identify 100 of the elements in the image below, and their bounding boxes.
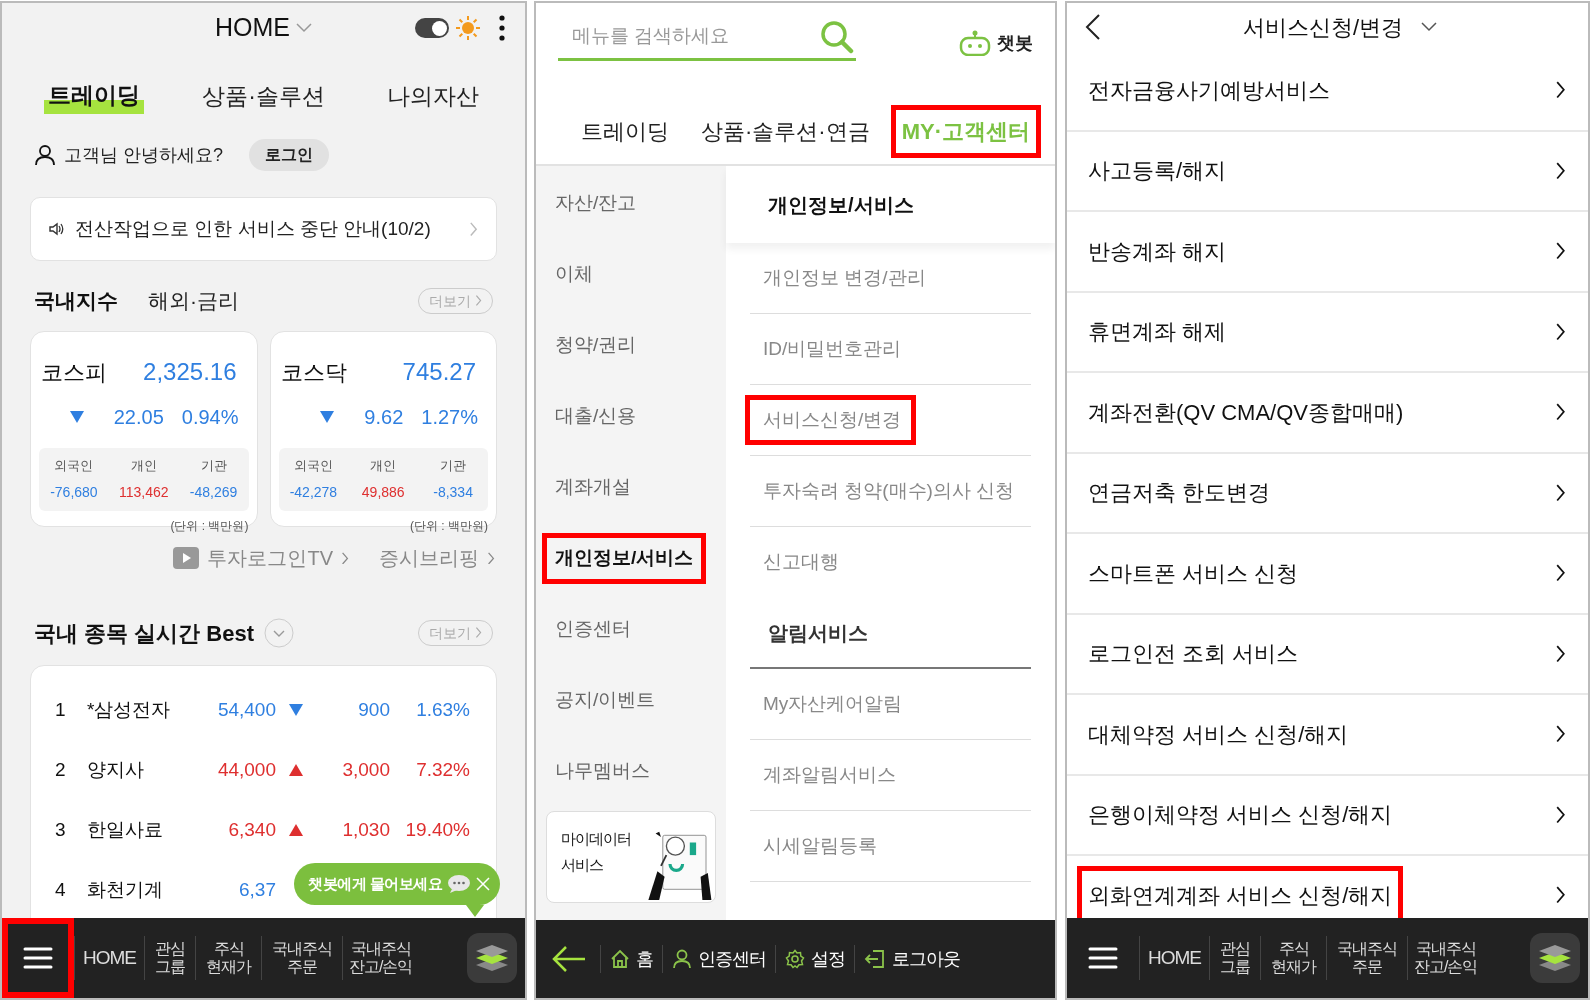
nav-item[interactable]: 국내주식 잔고/손익	[343, 940, 419, 976]
change-value: 22.05	[113, 405, 164, 430]
change-value: 1,030	[342, 817, 390, 842]
stock-name[interactable]: *삼성전자	[87, 695, 192, 725]
investor-label: 개인	[130, 457, 157, 475]
page-title-dropdown[interactable]: HOME	[215, 9, 312, 47]
login-button[interactable]: 로그인	[249, 139, 329, 171]
menu-item[interactable]: 계좌전환(QV CMA/QV종합매매)	[1077, 382, 1415, 442]
nav-item[interactable]: 주식 현재가	[196, 940, 261, 976]
toggle-switch[interactable]	[415, 18, 449, 38]
category-item[interactable]: 계좌개설	[542, 462, 644, 513]
category-item[interactable]: 공지/이벤트	[542, 675, 669, 726]
chevron-right-icon	[1555, 483, 1566, 502]
menu-item[interactable]: 연금저축 한도변경	[1077, 463, 1282, 523]
chevron-down-icon	[1421, 22, 1438, 32]
category-item[interactable]: 자산/잔고	[542, 178, 650, 229]
chevron-right-icon	[1555, 242, 1566, 261]
chatbot-button[interactable]: 챗봇	[959, 19, 1033, 57]
layers-icon	[475, 943, 509, 973]
stock-name[interactable]: 양지사	[87, 755, 192, 785]
menu-item[interactable]: 시세알림등록	[745, 820, 892, 872]
menu-item[interactable]: 은행이체약정 서비스 신청/해지	[1077, 785, 1404, 845]
category-item[interactable]: 인증센터	[542, 604, 644, 655]
menu-item[interactable]: 반송계좌 해지	[1077, 221, 1238, 281]
layers-icon	[1538, 943, 1572, 973]
layers-button[interactable]	[1530, 933, 1580, 983]
investor-value: -48,269	[189, 482, 238, 502]
section-title: 국내 종목 실시간 Best	[34, 619, 255, 648]
change-rate: 0.94%	[181, 405, 239, 430]
stock-name[interactable]: 한일사료	[87, 815, 192, 845]
menu-item[interactable]: My자산케어알림	[745, 678, 918, 730]
index-value: 745.27	[402, 357, 477, 387]
back-button[interactable]	[1085, 14, 1101, 40]
menu-item[interactable]: 휴면계좌 해제	[1077, 302, 1238, 362]
menu-item[interactable]: 전자금융사기예방서비스	[1077, 60, 1341, 120]
nav-item[interactable]: 국내주식 잔고/손익	[1408, 940, 1484, 976]
tab[interactable]: 트레이딩	[570, 105, 680, 158]
tab[interactable]: 국내지수	[34, 285, 118, 317]
stock-price: 6,340	[228, 817, 276, 842]
user-icon	[672, 949, 692, 969]
nav-item[interactable]: 국내주식 주문	[1327, 940, 1407, 976]
investor-value: -42,278	[289, 482, 338, 502]
unit-note: (단위 : 백만원)	[170, 517, 249, 535]
layers-button[interactable]	[467, 933, 517, 983]
speaker-icon	[49, 222, 65, 236]
category-item[interactable]: 대출/신용	[542, 391, 650, 442]
nav-item[interactable]: 로그아웃	[855, 945, 969, 973]
search-field[interactable]: 메뉴를 검색하세요	[572, 22, 820, 51]
category-item[interactable]: 개인정보/서비스	[542, 533, 707, 584]
menu-item[interactable]: 투자숙려 청약(매수)의사 신청	[745, 465, 1030, 517]
menu-item[interactable]: ID/비밀번호관리	[745, 323, 917, 375]
stock-price: 54,400	[217, 697, 276, 722]
chevron-right-icon	[1555, 564, 1566, 583]
nav-item[interactable]: 관심 그룹	[145, 940, 195, 976]
nav-item[interactable]: HOME	[75, 947, 144, 969]
menu-item[interactable]: 계좌알림서비스	[745, 749, 911, 801]
nav-item[interactable]: 관심 그룹	[1210, 940, 1260, 976]
notice-banner[interactable]: 전산작업으로 인한 서비스 중단 안내(10/2)	[30, 197, 497, 261]
page-title-dropdown[interactable]: 서비스신청/변경	[1243, 10, 1438, 44]
index-name: 코스닥	[280, 358, 347, 387]
tab[interactable]: 상품·솔루션·연금	[690, 105, 881, 158]
rank-number: 1	[55, 697, 67, 722]
nav-item[interactable]: HOME	[1140, 947, 1209, 969]
investor-value: 49,886	[361, 482, 405, 502]
nav-item[interactable]: 주식 현재가	[1261, 940, 1326, 976]
menu-item[interactable]: 사고등록/해지	[1077, 141, 1238, 201]
nav-item[interactable]: 국내주식 주문	[262, 940, 342, 976]
investor-value: -76,680	[50, 482, 98, 502]
index-name: 코스피	[41, 358, 107, 387]
nav-item[interactable]: 인증센터	[663, 945, 775, 973]
chevron-right-icon	[469, 221, 478, 237]
change-rate: 1.27%	[421, 405, 478, 430]
nav-item[interactable]: 홈	[601, 945, 662, 973]
promo-text: 마이데이터 서비스	[561, 829, 631, 875]
menu-item[interactable]: 서비스신청/변경	[745, 394, 917, 446]
investor-label: 개인	[370, 457, 397, 475]
menu-item[interactable]: 로그인전 조회 서비스	[1077, 624, 1310, 684]
category-item[interactable]: 나무멤버스	[542, 746, 663, 797]
nav-item[interactable]: 설정	[776, 945, 854, 973]
tab[interactable]: 상품·솔루션	[198, 78, 329, 114]
tab[interactable]: 해외·금리	[148, 285, 239, 317]
menu-button[interactable]	[2, 918, 74, 998]
home-icon	[610, 949, 630, 969]
menu-item[interactable]: 개인정보 변경/관리	[745, 252, 941, 304]
change-value: 3,000	[342, 757, 390, 782]
chevron-right-icon	[487, 551, 495, 565]
chevron-right-icon	[1555, 403, 1566, 422]
category-item[interactable]: 청약/권리	[542, 320, 650, 371]
up-triangle-icon	[289, 824, 303, 836]
promo-card[interactable]: 마이데이터 서비스	[546, 811, 716, 903]
more-options-icon[interactable]	[499, 15, 505, 41]
menu-item[interactable]: 대체약정 서비스 신청/해지	[1077, 704, 1360, 764]
menu-item[interactable]: 신고대행	[745, 537, 854, 588]
tooltip-pointer	[466, 905, 485, 917]
chevron-right-icon	[1555, 886, 1566, 905]
tab[interactable]: 나의자산	[383, 78, 483, 114]
section-heading: 개인정보/서비스	[768, 192, 914, 218]
category-item[interactable]: 이체	[542, 249, 606, 300]
stock-name[interactable]: 화천기계	[87, 875, 192, 905]
menu-item[interactable]: 스마트폰 서비스 신청	[1077, 543, 1310, 603]
